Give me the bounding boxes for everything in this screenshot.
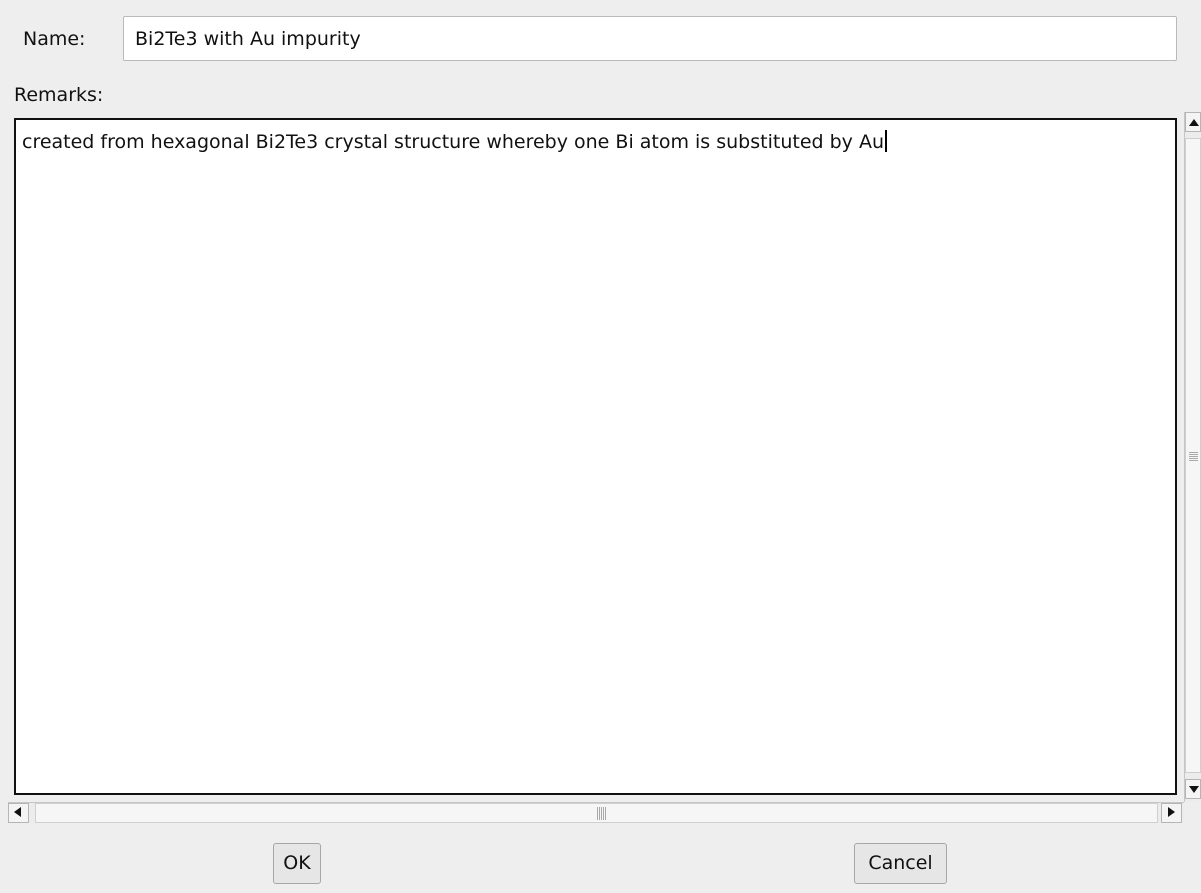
remarks-label: Remarks:	[14, 84, 104, 106]
grip-line	[603, 807, 604, 820]
vertical-scroll-thumb[interactable]	[1185, 138, 1201, 773]
grip-line	[601, 807, 602, 820]
arrow-right-icon	[1168, 807, 1175, 817]
grip-line	[1189, 452, 1198, 453]
arrow-down-icon	[1189, 786, 1199, 793]
arrow-up-icon	[1189, 119, 1199, 126]
grip-line	[599, 807, 600, 820]
text-caret	[885, 130, 887, 152]
scroll-up-button[interactable]	[1185, 112, 1201, 132]
ok-button[interactable]: OK	[273, 843, 321, 884]
scroll-down-button[interactable]	[1185, 779, 1201, 799]
scroll-left-button[interactable]	[8, 803, 29, 823]
grip-line	[597, 807, 598, 820]
remarks-textarea[interactable]: created from hexagonal Bi2Te3 crystal st…	[14, 118, 1177, 795]
scroll-right-button[interactable]	[1161, 803, 1182, 823]
horizontal-scrollbar[interactable]	[8, 802, 1184, 823]
cancel-button[interactable]: Cancel	[854, 843, 947, 884]
grip-line	[1189, 454, 1198, 455]
vertical-scrollbar[interactable]	[1184, 112, 1201, 802]
horizontal-scroll-thumb[interactable]	[35, 803, 1158, 823]
grip-line	[1189, 458, 1198, 459]
grip-line	[1189, 456, 1198, 457]
remarks-text: created from hexagonal Bi2Te3 crystal st…	[22, 131, 884, 153]
name-input[interactable]	[123, 16, 1177, 61]
grip-line	[1189, 460, 1198, 461]
edit-structure-dialog: Name: Remarks: created from hexagonal Bi…	[0, 0, 1201, 893]
grip-line	[605, 807, 606, 820]
arrow-left-icon	[14, 807, 21, 817]
name-label: Name:	[23, 28, 86, 50]
